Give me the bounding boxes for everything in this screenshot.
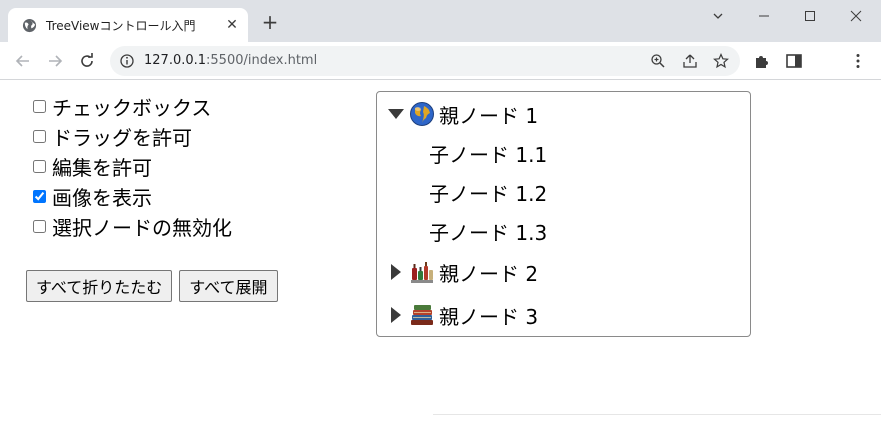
- close-window-icon[interactable]: [836, 4, 876, 28]
- option-label: 画像を表示: [52, 185, 152, 210]
- tree-node-parent-1[interactable]: 親ノード 1: [377, 96, 538, 132]
- globe-favicon-icon: [22, 18, 37, 33]
- allow-edit-checkbox[interactable]: [33, 159, 46, 173]
- option-show-images[interactable]: 画像を表示: [31, 181, 232, 211]
- tree-node-child-1-1[interactable]: 子ノード 1.1: [429, 135, 547, 171]
- tree-node-label: 子ノード 1.2: [429, 181, 548, 206]
- books-icon: [411, 305, 433, 325]
- option-checkbox-mode[interactable]: チェックボックス: [31, 91, 232, 121]
- expand-triangle-icon[interactable]: [385, 304, 407, 326]
- option-allow-drag[interactable]: ドラッグを許可: [31, 121, 232, 151]
- maximize-icon[interactable]: [790, 4, 830, 28]
- checkbox-mode-checkbox[interactable]: [33, 99, 46, 113]
- globe-icon: [410, 102, 434, 126]
- option-allow-edit[interactable]: 編集を許可: [31, 151, 232, 181]
- disable-selected-checkbox[interactable]: [33, 219, 46, 233]
- expand-all-button[interactable]: すべて展開: [179, 270, 278, 302]
- tree-node-parent-3[interactable]: 親ノード 3: [377, 297, 538, 333]
- menu-kebab-icon[interactable]: [848, 51, 868, 71]
- option-label: ドラッグを許可: [52, 125, 192, 150]
- address-bar[interactable]: 127.0.0.1:5500/index.html: [110, 46, 740, 76]
- browser-tab[interactable]: TreeViewコントロール入門 ✕: [8, 8, 248, 42]
- option-label: 選択ノードの無効化: [52, 215, 232, 240]
- page-bottom-edge: [433, 414, 881, 415]
- back-arrow-icon[interactable]: [13, 51, 33, 71]
- tree-node-label: 子ノード 1.3: [429, 220, 548, 245]
- new-tab-plus-icon[interactable]: +: [260, 12, 280, 33]
- option-label: チェックボックス: [52, 95, 212, 120]
- browser-toolbar: 127.0.0.1:5500/index.html: [0, 42, 881, 80]
- tree-node-child-1-3[interactable]: 子ノード 1.3: [429, 213, 547, 249]
- tree-view: 親ノード 1 子ノード 1.1 子ノード 1.2 子ノード 1.3 親ノード 2: [376, 91, 751, 337]
- share-icon[interactable]: [682, 53, 698, 69]
- option-label: 編集を許可: [52, 155, 152, 180]
- show-images-checkbox[interactable]: [33, 189, 46, 203]
- url-text[interactable]: 127.0.0.1:5500/index.html: [144, 53, 317, 68]
- reload-icon[interactable]: [77, 51, 97, 71]
- site-info-icon[interactable]: [120, 54, 134, 68]
- tree-node-parent-2[interactable]: 親ノード 2: [377, 254, 538, 290]
- tree-node-child-1-2[interactable]: 子ノード 1.2: [429, 174, 547, 210]
- allow-drag-checkbox[interactable]: [33, 129, 46, 143]
- option-disable-selected[interactable]: 選択ノードの無効化: [31, 211, 232, 241]
- side-panel-icon[interactable]: [784, 51, 804, 71]
- tab-title: TreeViewコントロール入門: [46, 19, 196, 33]
- minimize-icon[interactable]: [744, 4, 784, 28]
- expand-triangle-icon[interactable]: [385, 261, 407, 283]
- browser-title-bar: TreeViewコントロール入門 ✕ +: [0, 0, 881, 42]
- tab-search-chevron-icon[interactable]: [698, 4, 738, 28]
- collapse-all-button[interactable]: すべて折りたたむ: [26, 270, 173, 302]
- tree-node-label: 親ノード 1: [439, 103, 539, 128]
- bottles-icon: [411, 262, 433, 283]
- extensions-puzzle-icon[interactable]: [752, 51, 772, 71]
- tree-node-label: 親ノード 2: [439, 261, 539, 286]
- tab-close-icon[interactable]: ✕: [224, 17, 240, 33]
- collapse-triangle-icon[interactable]: [385, 103, 407, 125]
- options-panel: チェックボックス ドラッグを許可 編集を許可 画像を表示 選択ノードの無効化: [31, 91, 232, 241]
- zoom-icon[interactable]: [650, 53, 666, 69]
- bookmark-star-icon[interactable]: [713, 53, 729, 69]
- tree-node-label: 親ノード 3: [439, 304, 539, 329]
- action-buttons: すべて折りたたむ すべて展開: [26, 270, 278, 302]
- forward-arrow-icon[interactable]: [45, 51, 65, 71]
- tree-node-label: 子ノード 1.1: [429, 142, 548, 167]
